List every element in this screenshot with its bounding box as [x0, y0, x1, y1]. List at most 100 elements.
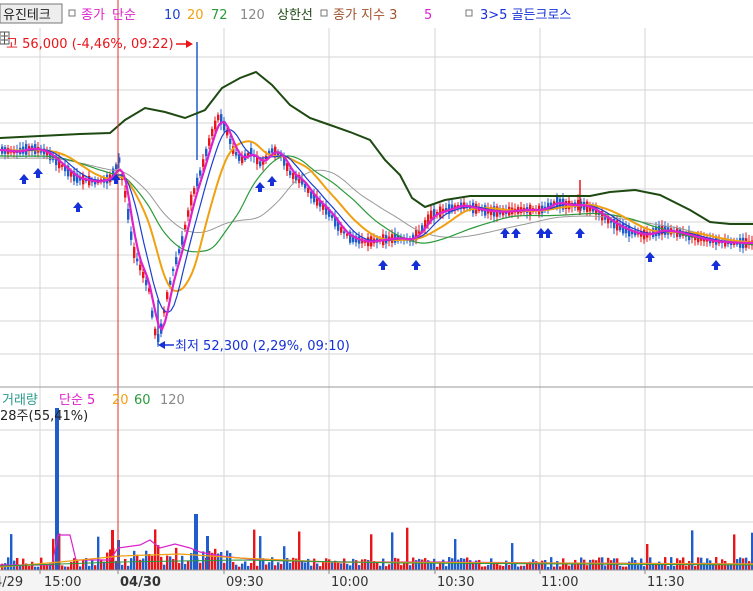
volume-bar — [412, 557, 415, 570]
volume-bar — [517, 566, 520, 570]
volume-bar — [28, 565, 31, 570]
volume-bar — [76, 561, 79, 570]
volume-bars — [1, 408, 753, 570]
tick-1100: 11:00 — [541, 575, 578, 590]
volume-bar — [211, 552, 214, 570]
volume-bar — [322, 562, 325, 570]
volume-bar — [292, 557, 295, 570]
index-period-label: 5 — [424, 8, 432, 23]
candle-body — [343, 231, 346, 234]
up-arrow-icon — [511, 228, 521, 234]
candle-body — [145, 279, 148, 286]
volume-pane[interactable] — [0, 408, 753, 570]
candle-body — [259, 161, 262, 167]
volume-bar — [265, 564, 268, 570]
chart-canvas[interactable]: 유진테크 종가 단순 10 20 72 120 상한선 종가 지수 3 5 3>… — [0, 0, 753, 591]
low-annotation: 최저 52,300 (2,29%, 09:10) — [158, 339, 350, 354]
volume-bar — [637, 565, 640, 570]
stock-name[interactable]: 유진테크 — [3, 8, 51, 23]
index-label: 종가 지수 3 — [333, 8, 397, 23]
ma-10-label: 10 — [164, 8, 181, 23]
volume-bar — [97, 536, 100, 570]
volume-bar — [136, 554, 139, 570]
volume-legend: 거래량 단순 5 20 60 120 28주(55,41%) — [0, 393, 185, 424]
volume-bar — [748, 561, 751, 570]
volume-bar — [319, 566, 322, 570]
volume-bar — [124, 558, 127, 570]
up-arrow-stem — [648, 258, 652, 262]
up-arrow-icon — [73, 202, 83, 208]
up-arrow-icon — [33, 168, 43, 174]
volume-bar — [646, 544, 649, 570]
candle-body — [115, 164, 118, 170]
volume-bar — [229, 552, 232, 570]
volume-bar — [223, 563, 226, 570]
candle-body — [124, 191, 127, 198]
volume-bar — [487, 564, 490, 570]
volume-bar — [194, 514, 198, 570]
volume-bar — [382, 558, 385, 570]
volume-bar — [277, 562, 280, 570]
volume-bar — [160, 556, 163, 570]
volume-bar — [46, 565, 49, 570]
tick-0930: 09:30 — [226, 575, 263, 590]
volume-bar — [340, 563, 343, 570]
volume-bar — [574, 559, 577, 570]
candle-body — [196, 177, 199, 187]
volume-bar — [181, 555, 184, 570]
volume-bar — [595, 560, 598, 570]
volume-bar — [658, 561, 661, 570]
volume-bar — [679, 560, 682, 570]
volume-bar — [478, 559, 481, 570]
up-arrow-icon — [267, 176, 277, 182]
volume-bar — [61, 565, 64, 570]
volume-bar — [250, 562, 253, 570]
volume-bar — [589, 559, 592, 570]
volume-bar — [313, 558, 316, 570]
volume-bar — [304, 562, 307, 570]
candle-body — [289, 170, 292, 176]
volume-bar — [253, 529, 256, 570]
grid — [0, 28, 753, 570]
volume-bar — [157, 545, 160, 570]
volume-bar — [661, 564, 664, 570]
candle-body — [346, 233, 349, 236]
up-arrow-stem — [546, 234, 550, 238]
volume-bar — [544, 560, 547, 570]
volume-bar — [361, 559, 364, 570]
candle-body — [133, 247, 136, 258]
volume-bar — [424, 558, 427, 570]
close-label: 종가 — [81, 8, 105, 23]
volume-bar — [523, 565, 526, 570]
candle-body — [202, 159, 205, 167]
candle-body — [172, 268, 175, 272]
volume-bar — [154, 529, 157, 570]
ma-20-label: 20 — [187, 8, 204, 23]
volume-bar — [499, 565, 502, 570]
volume-bar — [256, 565, 259, 570]
price-pane[interactable] — [0, 42, 753, 347]
volume-bar — [634, 559, 637, 570]
volume-bar — [421, 559, 424, 570]
volume-bar — [586, 565, 589, 570]
volume-bar — [16, 558, 19, 570]
volume-bar — [394, 557, 397, 570]
signal-label: 3>5 골든크로스 — [480, 8, 571, 23]
volume-bar — [469, 560, 472, 570]
volume-bar — [379, 565, 382, 570]
volume-bar — [352, 558, 355, 570]
up-arrow-stem — [414, 266, 418, 270]
upper-limit-label: 상한선 — [277, 8, 313, 23]
up-arrow-stem — [114, 180, 118, 184]
volume-bar — [451, 558, 454, 570]
candle-body — [205, 148, 208, 157]
volume-bar — [91, 559, 94, 570]
volume-bar — [280, 563, 283, 570]
volume-bar — [559, 566, 562, 570]
candle-body — [340, 227, 343, 233]
volume-bar — [121, 564, 124, 570]
volume-bar — [100, 559, 103, 570]
candle-body — [271, 148, 274, 153]
volume-bar — [541, 560, 544, 570]
tick-1000: 10:00 — [331, 575, 368, 590]
